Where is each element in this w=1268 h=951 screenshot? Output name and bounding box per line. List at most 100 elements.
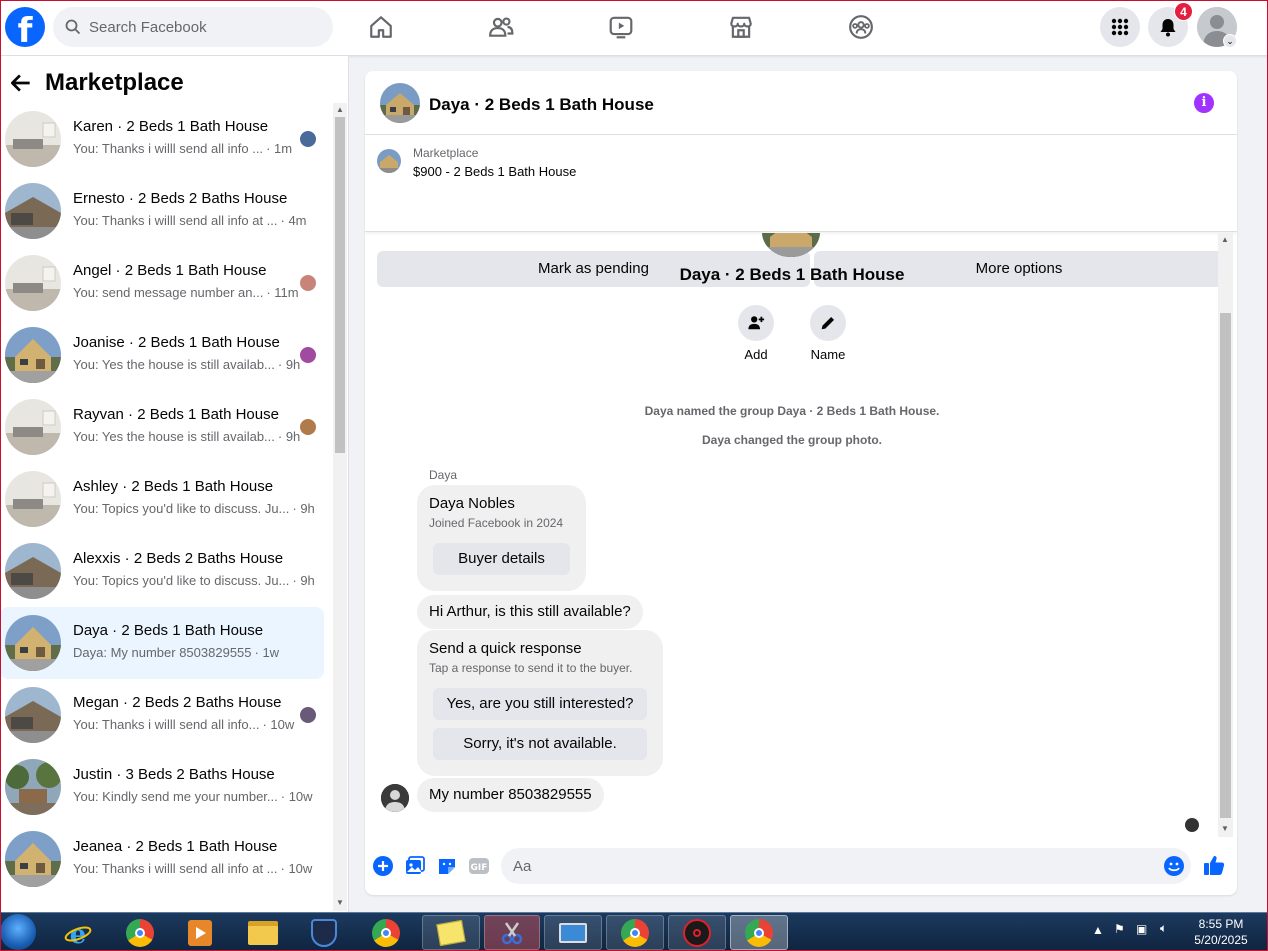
scrollbar-thumb[interactable] [335,117,345,453]
conversation-thumbnail [5,687,61,743]
scroll-up-arrow-icon[interactable]: ▲ [1221,235,1229,244]
taskbar-clock[interactable]: 8:55 PM 5/20/2025 [1186,916,1256,948]
buyer-profile-card: Daya Nobles Joined Facebook in 2024 Buye… [417,485,586,591]
internet-explorer-icon[interactable]: e [52,915,104,950]
chrome-active-window-icon[interactable] [730,915,788,950]
scroll-up-arrow-icon[interactable]: ▲ [336,105,344,114]
conversation-item[interactable]: Rayvan · 2 Beds 1 Bath House You: Yes the… [0,391,324,463]
notification-count-badge: 4 [1174,2,1193,21]
sidebar-title: Marketplace [45,69,184,96]
conversation-thumbnail [5,111,61,167]
chevron-down-icon[interactable]: ⌄ [1223,34,1237,48]
volume-icon[interactable]: 🔈︎ [1160,921,1167,936]
thread-scrollbar[interactable]: ▲ ▼ [1218,233,1233,837]
action-center-flag-icon[interactable]: ⚑ [1114,922,1125,936]
search-box[interactable] [53,7,333,47]
participant-avatar [300,347,316,363]
snipping-tool-icon[interactable] [484,915,540,950]
conversation-snippet: You: Topics you'd like to discuss. Ju...… [73,501,315,516]
sidebar-scrollbar[interactable]: ▲ ▼ [333,103,347,911]
network-icon[interactable]: ▣ [1136,922,1147,936]
sticker-icon[interactable] [436,855,458,877]
marketplace-icon[interactable] [726,12,756,42]
participant-avatar [300,275,316,291]
add-people-button[interactable]: Add [726,305,786,362]
menu-grid-button[interactable] [1100,7,1140,47]
emoji-icon[interactable] [1163,855,1185,877]
listing-price-title[interactable]: $900 - 2 Beds 1 Bath House [413,164,576,179]
show-hidden-icons-icon[interactable]: ▲ [1092,923,1104,937]
info-icon[interactable]: i [1194,93,1214,113]
scroll-down-arrow-icon[interactable]: ▼ [1221,824,1229,833]
marketplace-listing-bar: Marketplace $900 - 2 Beds 1 Bath House M… [365,136,1237,287]
friends-icon[interactable] [486,12,516,42]
watch-icon[interactable] [606,12,636,42]
photo-icon[interactable] [404,855,426,877]
conversation-item[interactable]: Karen · 2 Beds 1 Bath House You: Thanks i… [0,103,324,175]
start-button-icon[interactable] [0,914,36,950]
message-composer: GIF [365,843,1237,889]
chrome-icon[interactable] [360,915,412,950]
facebook-logo-icon[interactable]: f [5,7,45,47]
conversation-snippet: You: Topics you'd like to discuss. Ju...… [73,573,315,588]
conversation-title: Ernesto · 2 Beds 2 Baths House [73,190,288,207]
listing-thumbnail[interactable] [377,149,401,173]
media-player-icon[interactable] [174,915,226,950]
quick-response-no-button[interactable]: Sorry, it's not available. [433,728,647,760]
chrome-user-l-icon[interactable] [606,915,664,950]
remote-desktop-icon[interactable] [544,915,602,950]
thumbs-up-icon[interactable] [1202,853,1226,877]
buyer-details-button[interactable]: Buyer details [433,543,570,575]
conversation-thumbnail [5,471,61,527]
chat-avatar[interactable] [380,83,420,123]
marketplace-label: Marketplace [413,146,479,160]
sender-avatar[interactable] [381,784,409,812]
conversation-snippet: Daya: My number 8503829555 · 1w [73,645,280,660]
participant-avatar [300,419,316,435]
conversation-title: Alexxis · 2 Beds 2 Baths House [73,550,284,567]
conversation-title: Jeanea · 2 Beds 1 Bath House [73,838,278,855]
svg-text:GIF: GIF [471,863,488,873]
conversation-item[interactable]: Ernesto · 2 Beds 2 Baths House You: Thank… [0,175,324,247]
groups-icon[interactable] [846,12,876,42]
conversation-thumbnail [5,399,61,455]
gif-icon[interactable]: GIF [468,855,490,877]
home-icon[interactable] [366,12,396,42]
conversation-item[interactable]: Daya · 2 Beds 1 Bath House Daya: My numbe… [0,607,324,679]
conversation-item[interactable]: Megan · 2 Beds 2 Baths House You: Thanks … [0,679,324,751]
svg-text:e: e [70,920,87,947]
scrollbar-thumb[interactable] [1220,313,1231,818]
conversation-item[interactable]: Jeanea · 2 Beds 1 Bath House You: Thanks … [0,823,324,895]
buyer-name: Daya Nobles [429,495,515,512]
sticky-notes-icon[interactable] [422,915,480,950]
gaming-app-icon[interactable] [668,915,726,950]
conversation-title: Angel · 2 Beds 1 Bath House [73,262,267,279]
add-person-icon [748,316,765,330]
conversation-item[interactable]: Justin · 3 Beds 2 Baths House You: Kindly… [0,751,324,823]
quick-response-card: Send a quick response Tap a response to … [417,630,663,776]
scroll-down-arrow-icon[interactable]: ▼ [336,898,344,907]
conversation-thumbnail [5,615,61,671]
group-photo [762,233,820,257]
file-explorer-icon[interactable] [237,915,289,950]
conversation-snippet: You: send message number an... · 11m [73,285,299,300]
conversation-item[interactable]: Alexxis · 2 Beds 2 Baths House You: Topic… [0,535,324,607]
conversation-title: Karen · 2 Beds 1 Bath House [73,118,269,135]
back-arrow-icon[interactable] [8,70,34,96]
conversation-thumbnail [5,543,61,599]
quick-response-yes-button[interactable]: Yes, are you still interested? [433,688,647,720]
security-shield-icon[interactable] [298,915,350,950]
conversation-title: Daya · 2 Beds 1 Bath House [73,622,264,639]
windows-taskbar: e ▲ ⚑ ▣ 🔈︎ 8:55 PM 5/20/2025 [0,912,1268,951]
name-group-button[interactable]: Name [798,305,858,362]
plus-icon[interactable] [372,855,394,877]
conversation-item[interactable]: Joanise · 2 Beds 1 Bath House You: Yes th… [0,319,324,391]
chrome-profile-icon[interactable] [114,915,166,950]
name-label: Name [810,347,846,362]
conversation-item[interactable]: Ashley · 2 Beds 1 Bath House You: Topics … [0,463,324,535]
conversation-title: Megan · 2 Beds 2 Baths House [73,694,282,711]
search-input[interactable] [89,18,309,36]
message-input[interactable] [501,848,1191,884]
message-thread: Daya · 2 Beds 1 Bath House Add Name Daya… [365,233,1237,839]
conversation-item[interactable]: Angel · 2 Beds 1 Bath House You: send mes… [0,247,324,319]
